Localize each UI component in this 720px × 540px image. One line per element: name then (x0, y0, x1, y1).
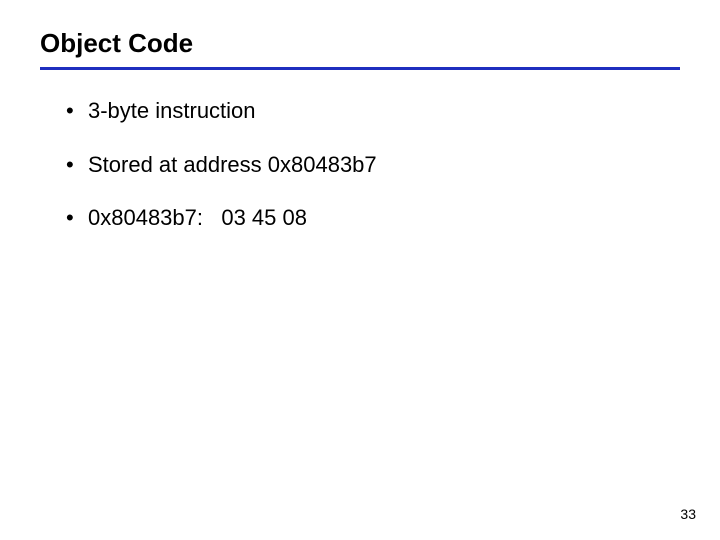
slide: Object Code 3-byte instruction Stored at… (0, 0, 720, 540)
bullet-text-2: Stored at address 0x80483b7 (88, 152, 377, 177)
bullet-item-3: 0x80483b7: 03 45 08 (66, 203, 680, 233)
page-number: 33 (680, 506, 696, 522)
bullet-item-2: Stored at address 0x80483b7 (66, 150, 680, 180)
title-divider (40, 67, 680, 70)
bullet-3-bytes: 03 45 08 (221, 205, 307, 230)
bullet-3-address: 0x80483b7: (88, 205, 221, 230)
bullet-list: 3-byte instruction Stored at address 0x8… (40, 96, 680, 233)
bullet-item-1: 3-byte instruction (66, 96, 680, 126)
bullet-text-1: 3-byte instruction (88, 98, 256, 123)
slide-title: Object Code (40, 28, 680, 59)
